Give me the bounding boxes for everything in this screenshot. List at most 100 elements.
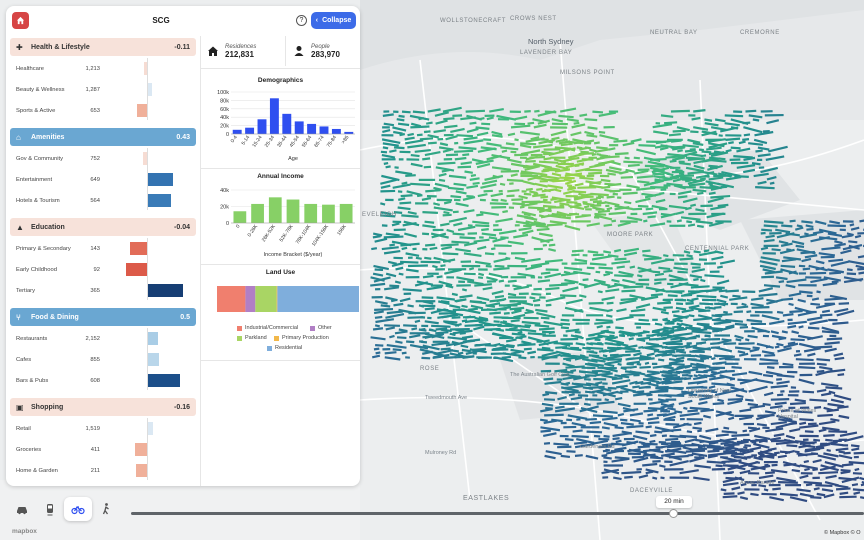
category-education: ▲ Education -0.04 Primary & Secondary 143 Ear… — [10, 218, 196, 308]
row-count: 92 — [93, 266, 100, 273]
row-count: 211 — [90, 467, 100, 474]
x-tick-label: 35-44 — [276, 135, 288, 149]
legend-item: Industrial/Commercial — [237, 325, 298, 331]
map-label-wollstonecraft: WOLLSTONECRAFT — [440, 18, 506, 24]
x-tick-label: 52K-78K — [279, 223, 295, 243]
residences-label: Residences — [225, 43, 257, 50]
walking-icon — [102, 503, 109, 515]
landuse-chart — [217, 286, 359, 312]
x-tick-label: 75-84 — [326, 135, 338, 149]
landuse-title: Land Use — [265, 269, 296, 276]
category-row[interactable]: Bars & Pubs 608 — [10, 370, 196, 391]
bar-104K-156K — [322, 204, 335, 223]
row-count: 653 — [90, 107, 100, 114]
y-tick-label: 40k — [220, 115, 229, 121]
row-bar — [148, 284, 183, 297]
row-bar — [148, 173, 174, 186]
category-row[interactable]: Entertainment 649 — [10, 169, 196, 190]
row-bar — [144, 62, 147, 75]
demographics-title: Demographics — [257, 77, 304, 84]
map-label-golf-course: The Australian Golf Club — [510, 372, 570, 378]
bar-25-34 — [269, 98, 279, 134]
train-mode-button[interactable] — [36, 497, 64, 521]
x-tick-label: 78K-104K — [295, 223, 313, 245]
legend-item: Parkland — [237, 335, 267, 341]
legend-item: Residential — [267, 345, 302, 351]
category-name: Health & Lifestyle — [31, 43, 90, 51]
mapbox-logo: mapbox — [12, 528, 37, 535]
category-row[interactable]: Groceries 411 — [10, 439, 196, 460]
car-mode-button[interactable] — [8, 497, 36, 521]
y-tick-label: 80k — [220, 98, 229, 104]
person-icon — [294, 46, 304, 56]
row-count: 752 — [90, 155, 100, 162]
bar->85 — [344, 131, 354, 134]
row-label: Home & Garden — [16, 467, 58, 474]
category-header[interactable]: ✚ Health & Lifestyle -0.11 — [10, 38, 196, 56]
category-row[interactable]: Primary & Secondary 143 — [10, 238, 196, 259]
category-header[interactable]: ▣ Shopping -0.16 — [10, 398, 196, 416]
train-icon — [47, 504, 53, 516]
row-label: Retail — [16, 425, 31, 432]
category-row[interactable]: Cafes 855 — [10, 349, 196, 370]
legend-label: Residential — [275, 345, 303, 351]
category-header[interactable]: ⌂ Amenities 0.43 — [10, 128, 196, 146]
time-slider-track[interactable] — [131, 512, 864, 515]
row-label: Tertiary — [16, 287, 36, 294]
map-label-crows-nest: CROWS NEST — [510, 16, 557, 22]
category-header[interactable]: ⑂ Food & Dining 0.5 — [10, 308, 196, 326]
map-label-moore-park: MOORE PARK — [607, 232, 654, 238]
map-label-north-sydney: North Sydney — [528, 37, 574, 46]
row-label: Entertainment — [16, 176, 53, 183]
category-row[interactable]: Restaurants 2,152 — [10, 328, 196, 349]
map-attribution[interactable]: © Mapbox © O — [824, 530, 861, 536]
walking-mode-button[interactable] — [92, 497, 120, 521]
landuse-segment-other — [245, 286, 256, 312]
x-tick-label: >85 — [341, 135, 351, 146]
category-row[interactable]: Beauty & Wellness 1,287 — [10, 79, 196, 100]
category-row[interactable]: Gov & Community 752 — [10, 148, 196, 169]
category-header[interactable]: ▲ Education -0.04 — [10, 218, 196, 236]
transport-mode-bar — [8, 497, 120, 521]
y-tick-label: 20k — [220, 205, 229, 211]
x-tick-label: 26K-52K — [261, 223, 277, 243]
map-label-cremorne: CREMORNE — [740, 30, 780, 36]
x-tick-label: 25-34 — [264, 135, 276, 149]
row-count: 365 — [90, 287, 100, 294]
category-row[interactable]: Retail 1,519 — [10, 418, 196, 439]
category-row[interactable]: Hotels & Tourism 564 — [10, 190, 196, 211]
bar-52K-78K — [286, 199, 300, 223]
row-bar — [143, 152, 147, 165]
legend-label: Parkland — [245, 335, 267, 341]
grad-cap-icon: ▲ — [16, 222, 24, 232]
chevron-left-icon: ‹ — [315, 17, 319, 24]
x-tick-label: 0-26K — [247, 223, 260, 238]
category-row[interactable]: Sports & Active 653 — [10, 100, 196, 121]
category-row[interactable]: Healthcare 1,213 — [10, 58, 196, 79]
x-tick-label: 15-24 — [251, 135, 263, 149]
demographics-chart: 0 20k 40k 60k 80k 100k 0-4 5-14 15-24 25-34 35-44 4… — [217, 90, 355, 162]
bar-35-44 — [282, 113, 292, 134]
map-label-gardeners-rd: Gardeners Rd — [580, 444, 615, 450]
category-row[interactable]: Tertiary 365 — [10, 280, 196, 301]
row-count: 143 — [90, 245, 100, 252]
category-row[interactable]: Home & Garden 211 — [10, 460, 196, 481]
category-name: Education — [31, 223, 65, 231]
row-bar — [148, 422, 153, 435]
row-count: 1,213 — [85, 65, 100, 72]
landuse-legend: Industrial/Commercial Other Parkland Primar… — [201, 325, 360, 355]
x-tick-label: 0 — [235, 224, 242, 230]
category-score: -0.04 — [174, 223, 190, 231]
help-button[interactable]: ? — [296, 15, 307, 26]
map-label-lavender-bay: LAVENDER BAY — [520, 50, 573, 56]
bicycle-mode-button[interactable] — [64, 497, 92, 521]
legend-item: Other — [310, 325, 332, 331]
collapse-button[interactable]: ‹ Collapse — [311, 12, 356, 29]
x-tick-label: 0-4 — [230, 135, 239, 145]
people-value: 283,970 — [311, 49, 340, 59]
x-tick-label: 104K-156K — [311, 223, 331, 247]
row-bar — [148, 374, 181, 387]
time-slider-handle[interactable] — [669, 509, 678, 518]
category-row[interactable]: Early Childhood 92 — [10, 259, 196, 280]
row-label: Restaurants — [16, 335, 48, 342]
